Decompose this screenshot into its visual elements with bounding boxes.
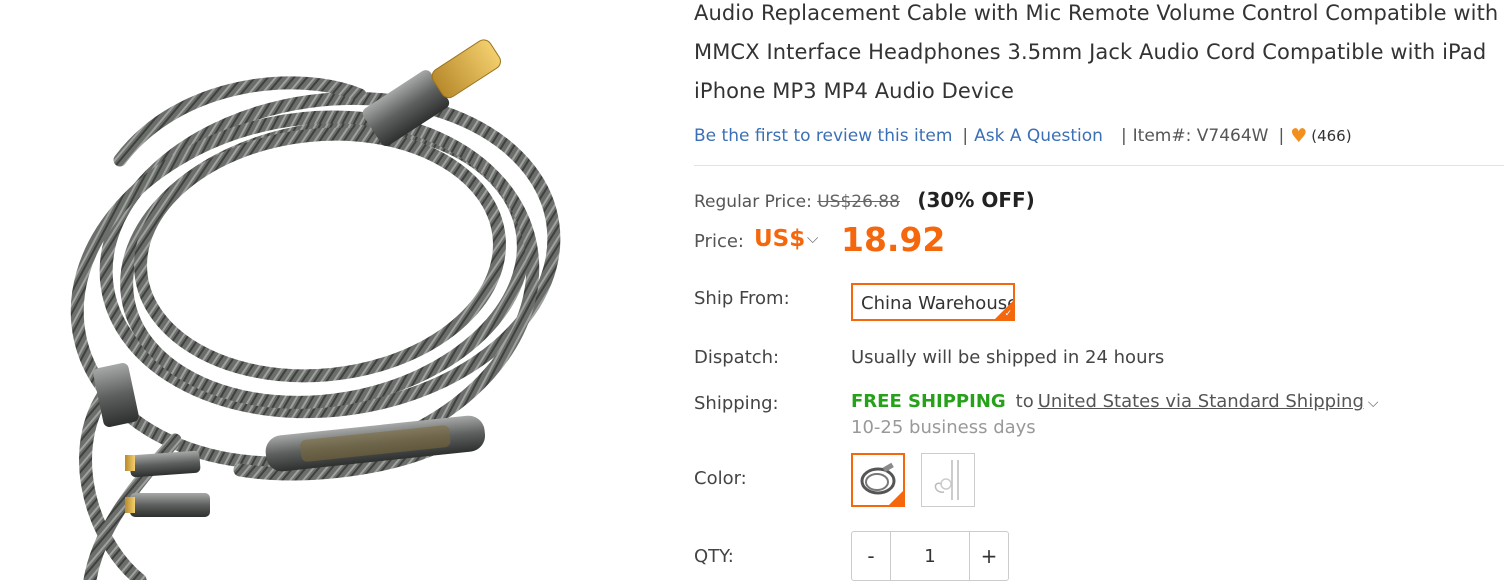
sale-price: 18.92	[841, 220, 946, 259]
shipping-info: FREE SHIPPING to United States via Standar…	[851, 391, 1379, 412]
product-info: Audio Replacement Cable with Mic Remote …	[694, 0, 1506, 581]
color-label: Color:	[694, 468, 747, 489]
color-swatch-black[interactable]	[851, 453, 905, 507]
discount-badge: (30% OFF)	[917, 188, 1035, 212]
ship-from-value: China Warehouse	[861, 293, 1015, 314]
product-title: Audio Replacement Cable with Mic Remote …	[694, 1, 1499, 103]
separator: |	[962, 126, 969, 146]
heart-icon[interactable]: ♥	[1290, 125, 1307, 147]
ship-from-label: Ship From:	[694, 288, 790, 309]
delivery-time: 10-25 business days	[851, 417, 1036, 438]
price-label: Price:	[694, 231, 744, 252]
favorites-count: (466)	[1311, 127, 1352, 145]
check-icon: ✓	[1004, 309, 1012, 319]
dispatch-label: Dispatch:	[694, 347, 780, 368]
divider	[694, 165, 1504, 166]
qty-decrease-button[interactable]: -	[852, 532, 891, 580]
cable-illustration	[70, 39, 561, 580]
chevron-down-icon[interactable]: ⌵	[1368, 395, 1379, 411]
color-swatch-white[interactable]	[921, 453, 975, 507]
chevron-down-icon[interactable]: ⌵	[807, 229, 818, 247]
qty-label: QTY:	[694, 546, 734, 567]
ship-from-option[interactable]: China Warehouse ✓	[851, 283, 1015, 321]
checkmark-corner-icon	[889, 491, 903, 505]
regular-price-label: Regular Price:	[694, 192, 812, 212]
quantity-stepper: - +	[851, 531, 1009, 581]
item-number: Item#: V7464W	[1132, 126, 1269, 146]
shipping-to: to	[1015, 391, 1034, 412]
shipping-label: Shipping:	[694, 393, 779, 414]
separator: |	[1120, 126, 1127, 146]
regular-price: US$26.88	[817, 192, 900, 212]
qty-increase-button[interactable]: +	[969, 532, 1008, 580]
currency-selector[interactable]: US$	[754, 226, 805, 252]
review-link[interactable]: Be the first to review this item	[694, 126, 952, 146]
separator: |	[1278, 126, 1285, 146]
white-cable-thumbnail	[934, 460, 959, 500]
regular-price-row: Regular Price: US$26.88 (30% OFF)	[694, 188, 1035, 212]
ask-question-link[interactable]: Ask A Question	[974, 126, 1103, 146]
free-shipping-badge: FREE SHIPPING	[851, 391, 1006, 412]
product-meta-row: Be the first to review this item | Ask A Q…	[694, 125, 1352, 151]
shipping-destination-dropdown[interactable]: United States via Standard Shipping	[1038, 391, 1364, 412]
qty-input[interactable]	[891, 532, 969, 580]
product-image[interactable]	[0, 0, 650, 580]
dispatch-value: Usually will be shipped in 24 hours	[851, 347, 1165, 368]
